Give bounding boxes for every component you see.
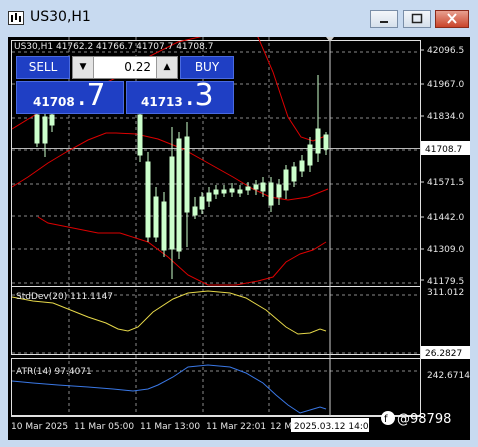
lot-size-stepper[interactable]: ▼ 0.22 ▲ xyxy=(72,56,178,79)
watermark-text: @98798 xyxy=(397,412,451,427)
lot-increase-button[interactable]: ▲ xyxy=(156,57,177,78)
watermark: f @98798 xyxy=(381,411,451,427)
candle xyxy=(169,156,175,250)
candle xyxy=(253,184,259,190)
stddev-max-label: 311.012 xyxy=(427,288,464,298)
candle xyxy=(49,114,55,126)
time-label: 11 Mar 13:00 xyxy=(140,422,200,432)
arrow-up-icon: ▲ xyxy=(163,62,171,72)
candle xyxy=(307,144,313,166)
maximize-icon xyxy=(411,13,423,24)
atr-max-label: 242.6714 xyxy=(427,371,470,381)
current-price-marker: 41708.7 xyxy=(12,141,470,155)
current-price-label: 41708.7 xyxy=(425,145,462,155)
candle xyxy=(153,196,159,238)
candle xyxy=(213,189,219,195)
candle xyxy=(229,188,235,193)
minimize-button[interactable] xyxy=(370,10,398,28)
candle xyxy=(34,114,40,144)
window-title: US30,H1 xyxy=(30,9,91,25)
chart-window: US30,H1 42096.5 41967.0 41834.0 41571.5 … xyxy=(0,0,478,447)
chart-area[interactable]: 42096.5 41967.0 41834.0 41571.5 41442.0 … xyxy=(8,37,470,440)
buy-button[interactable]: BUY xyxy=(180,56,234,79)
close-button[interactable] xyxy=(435,10,469,28)
buy-price-pips: .3 xyxy=(185,78,214,113)
lot-size-input[interactable]: 0.22 xyxy=(95,57,155,78)
time-label: 11 Mar 22:01 xyxy=(206,422,266,432)
price-tick: 41309.0 xyxy=(427,245,464,255)
atr-indicator-label: ATR(14) 97.4071 xyxy=(16,367,92,377)
candle xyxy=(276,184,282,198)
sell-price-button[interactable]: 41708 .7 xyxy=(16,78,124,114)
buy-price-main: 41713 xyxy=(141,95,183,109)
arrow-down-icon: ▼ xyxy=(79,62,87,72)
price-tick: 41834.0 xyxy=(427,112,464,122)
stddev-indicator-label: StdDev(20) 111.1147 xyxy=(16,292,113,302)
sell-price-pips: .7 xyxy=(77,78,106,113)
candle xyxy=(199,196,205,210)
crosshair-vertical-line xyxy=(326,37,334,416)
candle xyxy=(192,206,198,216)
title-bar[interactable]: US30,H1 xyxy=(0,0,478,36)
candle xyxy=(161,201,167,251)
minimize-icon xyxy=(380,21,388,23)
price-tick: 42096.5 xyxy=(427,46,464,56)
sell-button[interactable]: SELL xyxy=(16,56,70,79)
candle xyxy=(176,138,182,252)
candle xyxy=(184,136,190,213)
crosshair-time-label: 2025.03.12 14:00 xyxy=(294,422,375,432)
time-label: 11 Mar 05:00 xyxy=(74,422,134,432)
lot-decrease-button[interactable]: ▼ xyxy=(73,57,94,78)
candle xyxy=(323,134,329,150)
candle xyxy=(245,186,251,191)
price-tick: 41967.0 xyxy=(427,80,464,90)
candle xyxy=(145,161,151,238)
stddev-min-marker: 26.2827 xyxy=(421,346,470,359)
close-icon xyxy=(447,13,457,24)
time-label: 10 Mar 2025 xyxy=(11,422,68,432)
candle xyxy=(283,169,289,191)
svg-text:f: f xyxy=(384,414,388,425)
crosshair-time-marker: 2025.03.12 14:00 xyxy=(291,418,375,432)
stddev-min-label: 26.2827 xyxy=(425,349,462,359)
price-tick: 41179.5 xyxy=(427,277,464,287)
candle xyxy=(268,182,274,206)
lower-band-line xyxy=(37,216,327,286)
sell-price-main: 41708 xyxy=(33,95,75,109)
candle xyxy=(221,189,227,194)
buy-price-button[interactable]: 41713 .3 xyxy=(126,78,234,114)
candle xyxy=(137,114,143,156)
chart-header-label: US30,H1 41762.2 41766.7 41707.7 41708.7 xyxy=(14,42,213,52)
price-scale-labels: 42096.5 41967.0 41834.0 41571.5 41442.0 … xyxy=(427,46,470,381)
candle xyxy=(42,116,48,144)
chart-window-icon xyxy=(8,11,24,25)
price-tick: 41442.0 xyxy=(427,213,464,223)
candle xyxy=(260,182,266,192)
candle xyxy=(291,166,297,182)
candle xyxy=(237,189,243,194)
maximize-button[interactable] xyxy=(403,10,431,28)
price-tick: 41571.5 xyxy=(427,178,464,188)
candle xyxy=(206,192,212,202)
candle xyxy=(299,160,305,172)
candle xyxy=(315,128,321,154)
